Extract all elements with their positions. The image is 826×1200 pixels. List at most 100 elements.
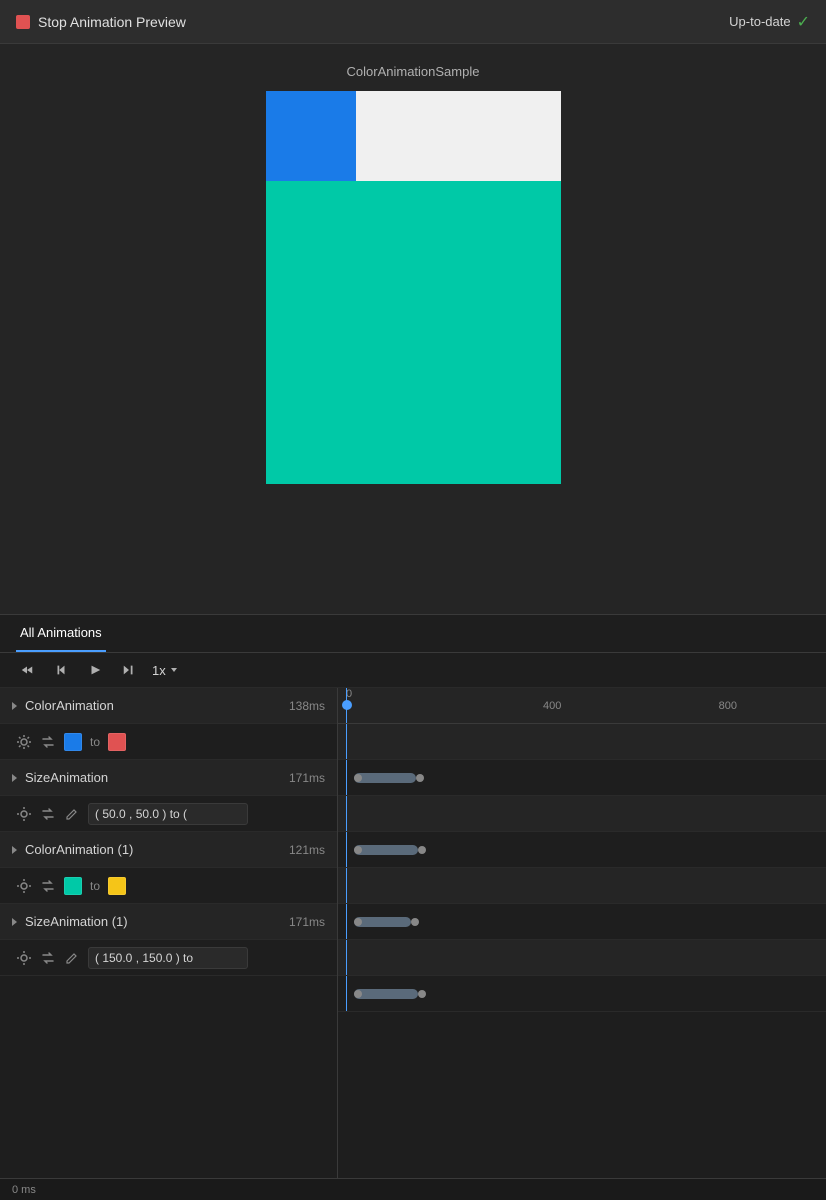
track-size-animation-1 [338, 940, 826, 976]
track-detail-size-animation-1 [338, 976, 826, 1012]
track-playhead-d2 [346, 904, 347, 939]
track-playhead-d1 [346, 832, 347, 867]
controls-row: 1x [0, 653, 826, 688]
anim-duration-color-animation: 138ms [289, 699, 325, 713]
header-right: Up-to-date ✓ [729, 12, 810, 32]
component-label: ColorAnimationSample [347, 64, 480, 79]
anim-duration-size-animation: 171ms [289, 771, 325, 785]
track-dot-right-2 [411, 918, 419, 926]
track-dot-right-3 [418, 990, 426, 998]
sun-icon [16, 734, 32, 750]
anim-name-color-animation-1: ColorAnimation (1) [25, 842, 289, 857]
track-dot-right-1 [418, 846, 426, 854]
sun-icon-1 [16, 806, 32, 822]
track-color-animation-1 [338, 868, 826, 904]
track-color-animation [338, 724, 826, 760]
anim-duration-size-animation-1: 171ms [289, 915, 325, 929]
anim-row-color-animation[interactable]: ColorAnimation 138ms [0, 688, 337, 724]
track-playhead-1 [346, 796, 347, 831]
rewind-icon [20, 663, 34, 677]
anim-detail-color-animation: to [0, 724, 337, 760]
bottom-panel: All Animations 1x [0, 615, 826, 1178]
chevron-right-icon-ca1 [12, 846, 17, 854]
track-dot-left-2 [354, 918, 362, 926]
tabs-row: All Animations [0, 615, 826, 653]
anim-row-size-animation[interactable]: SizeAnimation 171ms [0, 760, 337, 796]
track-playhead-0 [346, 724, 347, 759]
track-detail-size-animation [338, 832, 826, 868]
stop-animation-icon[interactable] [16, 15, 30, 29]
track-bar-0 [354, 773, 416, 783]
sun-icon-2 [16, 878, 32, 894]
chevron-right-icon-sa1 [12, 918, 17, 926]
anim-name-color-animation: ColorAnimation [25, 698, 289, 713]
pencil-icon-size-1 [64, 950, 80, 966]
playhead-dot [342, 700, 352, 710]
sun-icon-3 [16, 950, 32, 966]
anim-row-color-animation-1[interactable]: ColorAnimation (1) 121ms [0, 832, 337, 868]
tab-all-animations[interactable]: All Animations [16, 615, 106, 652]
from-color-swatch-2[interactable] [64, 877, 82, 895]
track-playhead-2 [346, 868, 347, 903]
anim-row-size-animation-1[interactable]: SizeAnimation (1) 171ms [0, 904, 337, 940]
step-forward-icon [122, 663, 136, 677]
repeat-icon-2 [40, 878, 56, 894]
track-bar-1 [354, 845, 418, 855]
track-playhead-d0 [346, 760, 347, 795]
status-time: 0 ms [12, 1184, 36, 1196]
track-bar-2 [354, 917, 411, 927]
anim-name-size-animation: SizeAnimation [25, 770, 289, 785]
canvas-white-rect [356, 91, 561, 181]
track-playhead-3 [346, 940, 347, 975]
to-label-0: to [90, 735, 100, 749]
canvas-blue-rect [266, 91, 356, 181]
from-color-swatch-0[interactable] [64, 733, 82, 751]
ruler-mark-800: 800 [719, 700, 737, 712]
track-dot-left-3 [354, 990, 362, 998]
chevron-right-icon-size [12, 774, 17, 782]
track-detail-color-animation [338, 760, 826, 796]
repeat-icon-1 [40, 806, 56, 822]
track-bar-3 [354, 989, 418, 999]
track-dot-left-1 [354, 846, 362, 854]
play-icon [88, 663, 102, 677]
to-color-swatch-0[interactable] [108, 733, 126, 751]
to-label-2: to [90, 879, 100, 893]
size-input-0[interactable] [88, 803, 248, 825]
canvas-teal-rect [266, 181, 561, 484]
animation-canvas [266, 91, 561, 484]
anim-detail-color-animation-1: to [0, 868, 337, 904]
up-to-date-label: Up-to-date [729, 14, 790, 29]
repeat-icon-3 [40, 950, 56, 966]
speed-value: 1x [152, 663, 166, 678]
track-size-animation [338, 796, 826, 832]
repeat-icon [40, 734, 56, 750]
track-dot-left-0 [354, 774, 362, 782]
rewind-button[interactable] [16, 661, 38, 679]
chevron-down-icon [169, 665, 179, 675]
anim-detail-size-animation-1 [0, 940, 337, 976]
pencil-icon-size [64, 806, 80, 822]
track-dot-right-0 [416, 774, 424, 782]
header: Stop Animation Preview Up-to-date ✓ [0, 0, 826, 44]
track-playhead-d3 [346, 976, 347, 1011]
timeline-ruler: 0 400 800 [338, 688, 826, 724]
step-back-button[interactable] [50, 661, 72, 679]
size-input-1[interactable] [88, 947, 248, 969]
speed-selector[interactable]: 1x [152, 663, 179, 678]
header-title: Stop Animation Preview [38, 14, 186, 30]
to-color-swatch-2[interactable] [108, 877, 126, 895]
track-detail-color-animation-1 [338, 904, 826, 940]
timeline-right: 0 400 800 [338, 688, 826, 1178]
anim-name-size-animation-1: SizeAnimation (1) [25, 914, 289, 929]
timeline-area: ColorAnimation 138ms [0, 688, 826, 1178]
step-forward-button[interactable] [118, 661, 140, 679]
ruler-mark-400: 400 [543, 700, 561, 712]
preview-area: ColorAnimationSample [0, 44, 826, 614]
anim-detail-size-animation [0, 796, 337, 832]
status-bar: 0 ms [0, 1178, 826, 1200]
play-button[interactable] [84, 661, 106, 679]
anim-duration-color-animation-1: 121ms [289, 843, 325, 857]
header-left: Stop Animation Preview [16, 14, 186, 30]
animation-list: ColorAnimation 138ms [0, 688, 338, 1178]
